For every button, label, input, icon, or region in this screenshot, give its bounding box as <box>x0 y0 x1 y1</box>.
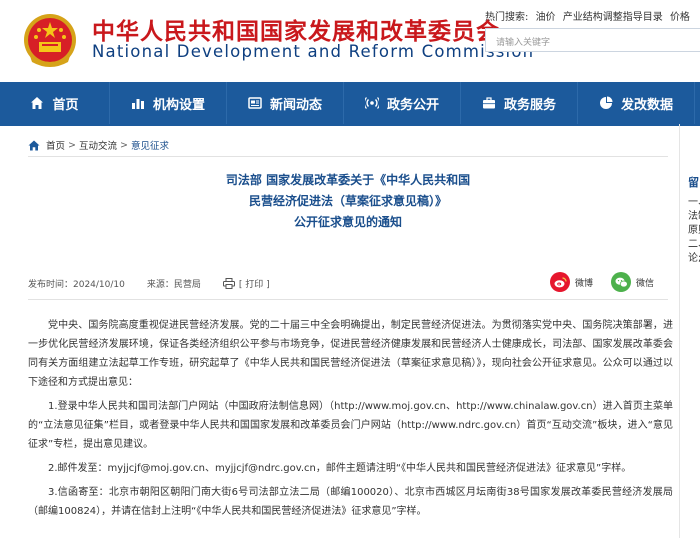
sidebar-heading: 留 <box>688 176 699 189</box>
site-header: 中华人民共和国国家发展和改革委员会 National Development a… <box>0 0 700 82</box>
sidebar-line: 一、 <box>688 197 700 208</box>
sidebar-line: 论; <box>688 253 700 264</box>
national-emblem-icon[interactable] <box>22 10 78 72</box>
hot-search-label: 热门搜索: <box>485 12 529 23</box>
nav-label: 政务服务 <box>503 97 556 113</box>
share-weibo-button[interactable]: 微博 <box>550 272 593 292</box>
article-title-line: 民营经济促进法（草案征求意见稿）》 <box>248 194 447 208</box>
briefcase-icon <box>482 97 495 109</box>
article-title-line: 司法部 国家发展改革委关于《中华人民共和国 <box>225 173 471 187</box>
breadcrumb-separator: > <box>120 139 128 151</box>
publish-date: 发布时间：2024/10/10 <box>28 280 125 290</box>
nav-item-organization[interactable]: 机构设置 <box>110 82 227 124</box>
home-icon <box>31 97 44 109</box>
article-title: 司法部 国家发展改革委关于《中华人民共和国 民营经济促进法（草案征求意见稿）》 … <box>28 170 668 233</box>
nav-label: 机构设置 <box>152 97 205 113</box>
breadcrumb-home[interactable]: 首页 <box>46 138 65 152</box>
site-title-chinese[interactable]: 中华人民共和国国家发展和改革委员会 <box>92 12 500 46</box>
nav-item-gov-affairs[interactable]: 政务公开 <box>344 82 461 124</box>
hot-search-term[interactable]: 油价 <box>536 12 556 23</box>
nav-label: 首页 <box>52 97 79 113</box>
article-meta: 发布时间：2024/10/10 来源：民营局 [ 打印 ] <box>28 277 270 290</box>
news-icon <box>248 97 262 109</box>
nav-label: 政务公开 <box>386 97 439 113</box>
breadcrumb-divider <box>28 156 668 157</box>
nav-item-services[interactable]: 政务服务 <box>461 82 578 124</box>
share-weibo-label: 微博 <box>575 278 594 289</box>
hot-search-term[interactable]: 价格 <box>670 12 690 23</box>
article-source: 来源：民营局 <box>146 280 201 290</box>
nav-divider <box>0 124 700 126</box>
sidebar-line: 法制 <box>688 211 700 222</box>
hot-search: 热门搜索: 油价 产业结构调整指导目录 价格 <box>485 8 694 23</box>
broadcast-icon <box>364 97 379 109</box>
nav-item-home[interactable]: 首页 <box>0 82 110 124</box>
printer-icon <box>222 278 235 289</box>
breadcrumb-interaction[interactable]: 互动交流 <box>79 138 117 152</box>
breadcrumb-current[interactable]: 意见征求 <box>131 138 169 152</box>
bar-chart-icon <box>131 99 144 109</box>
breadcrumb-separator: > <box>68 139 76 151</box>
meta-divider <box>28 299 668 300</box>
sidebar-line: 原则 <box>688 225 700 236</box>
nav-label: 新闻动态 <box>269 97 322 113</box>
share-wechat-button[interactable]: 微信 <box>611 272 654 292</box>
nav-item-data[interactable]: 发改数据 <box>578 82 695 124</box>
search-input[interactable]: 请输入关键字 <box>485 28 700 52</box>
sidebar-line: 二、 <box>688 239 700 250</box>
article-paragraph: 3.信函寄至：北京市朝阳区朝阳门南大街6号司法部立法二局（邮编100020）、北… <box>28 487 673 517</box>
sidebar-panel: 留 一、 法制 原则 二、 论; <box>688 176 700 266</box>
home-icon <box>28 140 40 150</box>
weibo-icon <box>550 272 570 292</box>
print-button[interactable]: [ 打印 ] <box>222 277 270 290</box>
share-wechat-label: 微信 <box>636 278 655 289</box>
site-title-english[interactable]: National Development and Reform Commissi… <box>92 42 534 61</box>
print-label: [ 打印 ] <box>238 280 270 290</box>
pie-chart-icon <box>599 96 613 109</box>
hot-search-term[interactable]: 产业结构调整指导目录 <box>563 12 663 23</box>
breadcrumb: 首页 > 互动交流 > 意见征求 <box>28 138 169 152</box>
wechat-icon <box>611 272 631 292</box>
article-paragraph: 2.邮件发至：myjjcjf@moj.gov.cn、myjjcjf@ndrc.g… <box>48 463 632 474</box>
sidebar-divider <box>679 124 680 538</box>
article-title-line: 公开征求意见的通知 <box>293 215 402 229</box>
article-body: 党中央、国务院高度重视促进民营经济发展。党的二十届三中全会明确提出，制定民营经济… <box>28 316 673 526</box>
nav-item-news[interactable]: 新闻动态 <box>227 82 344 124</box>
nav-label: 发改数据 <box>620 97 673 113</box>
main-nav: 首页 机构设置 新闻动态 政务公开 政务服务 发改数据 <box>0 82 700 124</box>
article-paragraph: 1.登录中华人民共和国司法部门户网站（中国政府法制信息网）（http://www… <box>28 401 673 450</box>
article-paragraph: 党中央、国务院高度重视促进民营经济发展。党的二十届三中全会明确提出，制定民营经济… <box>28 320 673 388</box>
